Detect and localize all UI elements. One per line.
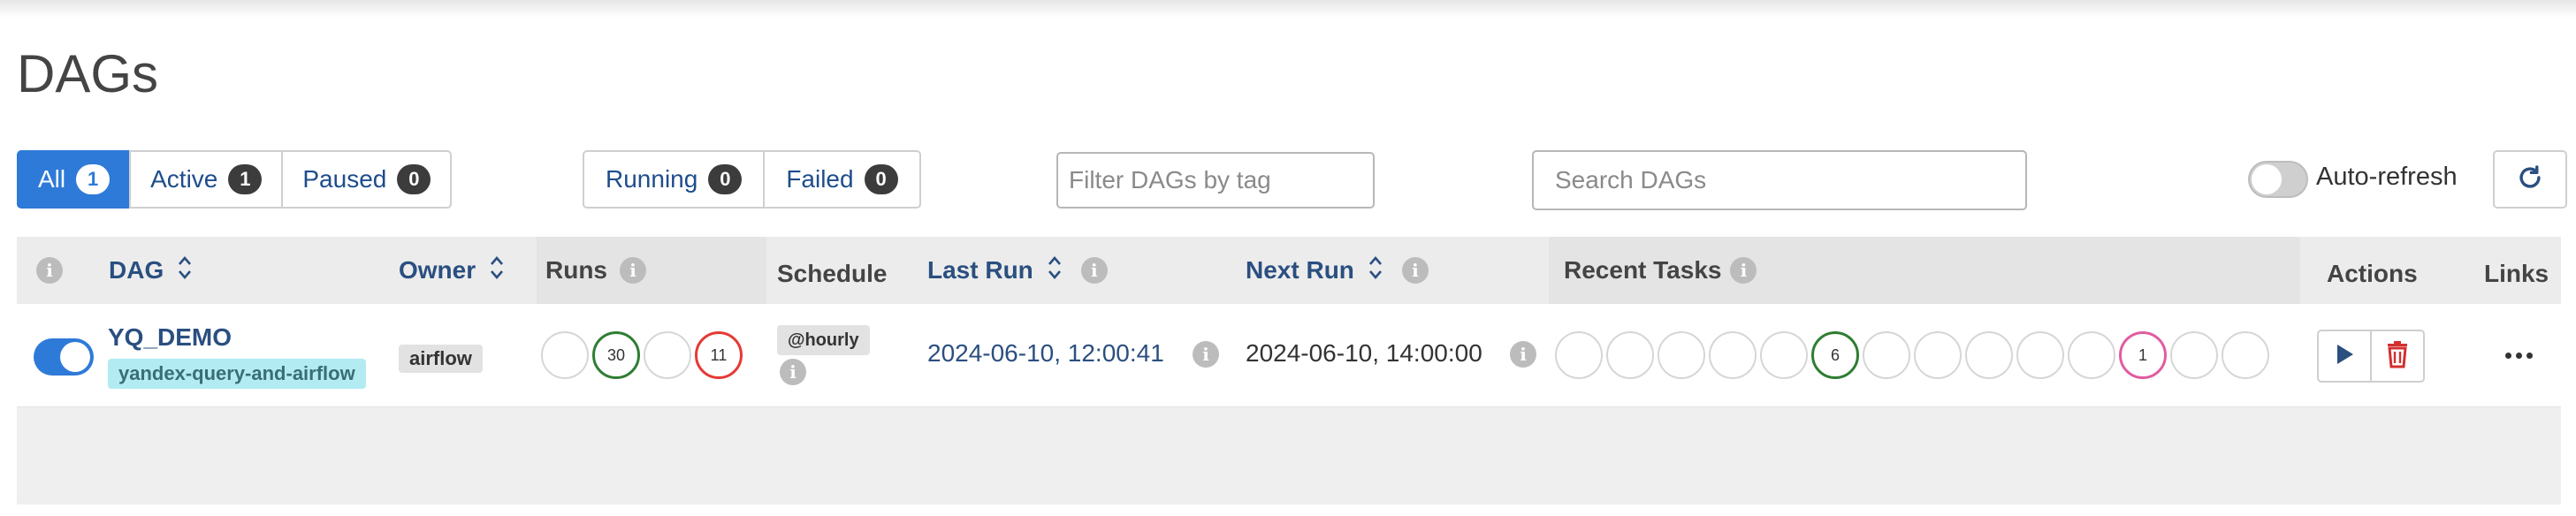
- header-schedule: Schedule: [777, 240, 887, 307]
- info-icon[interactable]: i: [1730, 257, 1757, 284]
- run-state-circle[interactable]: 30: [592, 331, 640, 379]
- sort-icon: [1368, 255, 1383, 286]
- header-actions-label: Actions: [2327, 260, 2418, 287]
- last-run-link[interactable]: 2024-06-10, 12:00:41: [927, 339, 1164, 368]
- schedule-badge[interactable]: @hourly: [777, 325, 870, 355]
- filter-active-button[interactable]: Active 1: [129, 150, 284, 209]
- task-state-circle[interactable]: [1555, 331, 1603, 379]
- header-owner[interactable]: Owner: [399, 237, 504, 304]
- delete-dag-button[interactable]: [2370, 330, 2425, 383]
- more-links-button[interactable]: [2505, 345, 2541, 366]
- page-title: DAGs: [17, 44, 159, 103]
- header-dag-label: DAG: [109, 256, 164, 284]
- task-state-circle[interactable]: [2016, 331, 2064, 379]
- sort-icon: [490, 255, 504, 286]
- header-links: Links: [2484, 240, 2549, 307]
- header-owner-label: Owner: [399, 256, 476, 284]
- header-schedule-label: Schedule: [777, 260, 888, 287]
- play-icon: [2333, 342, 2356, 371]
- filter-running-label: Running: [606, 165, 698, 193]
- filter-failed-count: 0: [864, 164, 898, 194]
- info-icon[interactable]: i: [1510, 341, 1536, 368]
- header-next-run[interactable]: Next Run i: [1246, 237, 1429, 304]
- dag-tag[interactable]: yandex-query-and-airflow: [108, 359, 366, 389]
- task-state-circle[interactable]: [1965, 331, 2013, 379]
- tag-filter-input[interactable]: [1056, 152, 1375, 209]
- refresh-button[interactable]: [2493, 150, 2567, 209]
- task-state-circle[interactable]: [1709, 331, 1757, 379]
- filter-paused-label: Paused: [302, 165, 387, 193]
- run-state-circle[interactable]: [644, 331, 691, 379]
- trash-icon: [2386, 340, 2409, 373]
- filter-active-label: Active: [150, 165, 218, 193]
- run-state-circle[interactable]: 11: [695, 331, 743, 379]
- header-dag[interactable]: DAG: [109, 237, 192, 304]
- refresh-icon: [2515, 163, 2545, 197]
- header-last-run[interactable]: Last Run i: [927, 237, 1108, 304]
- task-state-circle[interactable]: [1658, 331, 1705, 379]
- info-icon[interactable]: i: [620, 257, 646, 284]
- task-state-circle[interactable]: [2170, 331, 2218, 379]
- filter-running-button[interactable]: Running 0: [583, 150, 766, 209]
- next-run-text: 2024-06-10, 14:00:00: [1246, 339, 1482, 367]
- top-bar-shadow: [0, 0, 2576, 18]
- filter-all-button[interactable]: All 1: [17, 150, 132, 209]
- filter-paused-count: 0: [397, 164, 431, 194]
- filter-all-label: All: [38, 165, 66, 193]
- more-icon: [2505, 352, 2533, 359]
- dag-pause-toggle-knob: [60, 342, 90, 372]
- filter-running-count: 0: [708, 164, 743, 194]
- state-filter-group: Running 0 Failed 0: [583, 150, 921, 209]
- header-last-run-label: Last Run: [927, 256, 1033, 284]
- trigger-dag-button[interactable]: [2317, 330, 2372, 383]
- header-info: i: [36, 237, 63, 304]
- task-state-circle[interactable]: [1863, 331, 1910, 379]
- owner-badge[interactable]: airflow: [399, 345, 483, 373]
- status-filter-group: All 1 Active 1 Paused 0: [17, 150, 453, 209]
- table-row: YQ_DEMO yandex-query-and-airflow airflow…: [17, 304, 2561, 407]
- header-actions: Actions: [2327, 240, 2418, 307]
- header-recent-tasks-label: Recent Tasks: [1564, 256, 1722, 284]
- filter-paused-button[interactable]: Paused 0: [281, 150, 453, 209]
- dags-table: i DAG Owner Runs i Schedule Last Run i N…: [17, 237, 2561, 505]
- auto-refresh-label: Auto-refresh: [2316, 163, 2458, 191]
- task-state-circle[interactable]: [2222, 331, 2269, 379]
- filter-active-count: 1: [228, 164, 263, 194]
- header-next-run-label: Next Run: [1246, 256, 1354, 284]
- filter-failed-label: Failed: [786, 165, 854, 193]
- task-state-circle[interactable]: [1914, 331, 1962, 379]
- search-dags-input[interactable]: [1532, 150, 2027, 210]
- info-icon[interactable]: i: [1401, 257, 1429, 284]
- auto-refresh-toggle-knob: [2252, 164, 2282, 194]
- header-runs: Runs i: [545, 237, 646, 304]
- info-icon: i: [36, 257, 63, 284]
- sort-icon: [178, 255, 192, 286]
- filter-failed-button[interactable]: Failed 0: [763, 150, 921, 209]
- info-icon[interactable]: i: [1193, 341, 1219, 368]
- run-state-circle[interactable]: [541, 331, 589, 379]
- header-runs-label: Runs: [545, 256, 607, 284]
- sort-icon: [1048, 255, 1062, 286]
- dag-id-link[interactable]: YQ_DEMO: [108, 323, 232, 352]
- dag-pause-toggle[interactable]: [34, 338, 94, 376]
- header-recent-tasks: Recent Tasks i: [1564, 237, 1757, 304]
- task-state-circle[interactable]: [1606, 331, 1654, 379]
- auto-refresh-toggle[interactable]: [2248, 161, 2308, 198]
- filter-all-count: 1: [76, 164, 111, 194]
- task-state-circle[interactable]: [2068, 331, 2115, 379]
- task-state-circle[interactable]: 1: [2119, 331, 2167, 379]
- info-icon[interactable]: i: [1080, 257, 1108, 284]
- task-state-circle[interactable]: [1760, 331, 1808, 379]
- header-links-label: Links: [2484, 260, 2549, 287]
- task-state-circle[interactable]: 6: [1811, 331, 1859, 379]
- info-icon[interactable]: i: [780, 359, 806, 385]
